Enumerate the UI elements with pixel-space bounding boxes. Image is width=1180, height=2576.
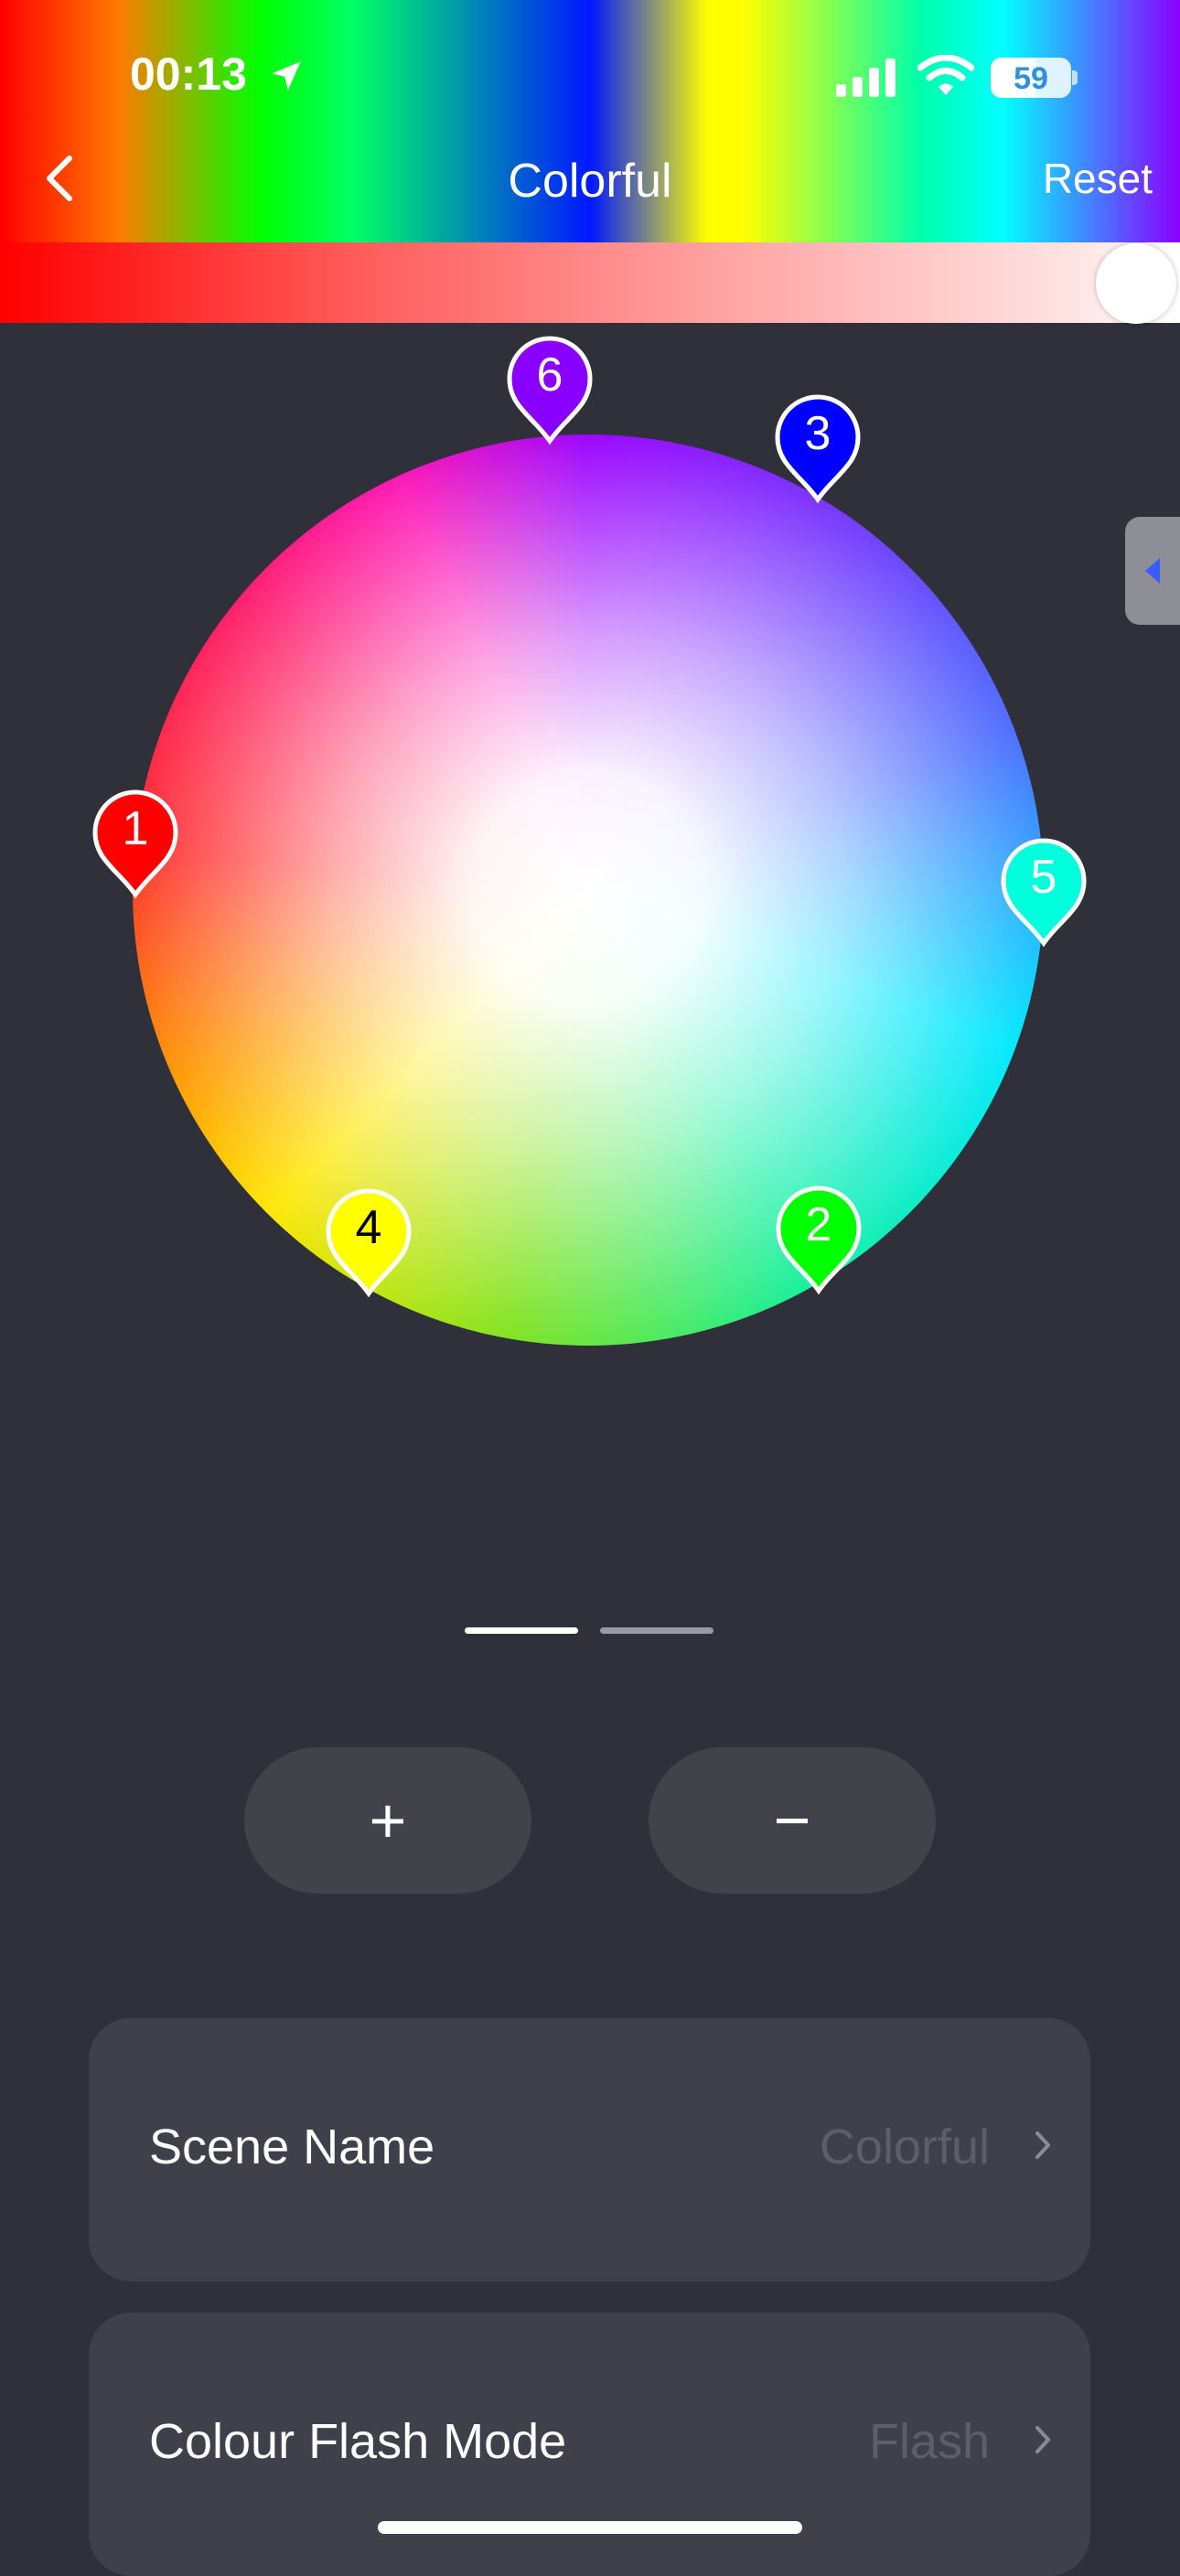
brightness-slider-knob[interactable]: [1096, 243, 1176, 324]
wifi-icon: [917, 55, 974, 95]
page-title: Colorful: [508, 155, 672, 208]
battery-nub: [1072, 70, 1078, 85]
location-arrow-icon: [272, 61, 301, 91]
color-wheel[interactable]: [133, 435, 1044, 1346]
page-indicator-1[interactable]: [465, 1627, 578, 1634]
header: 00:13 59 Colorful Reset: [0, 0, 1180, 242]
pin-label: 6: [536, 349, 563, 402]
pin-label: 5: [1030, 851, 1057, 904]
page-indicator-2[interactable]: [600, 1627, 713, 1634]
caret-left-icon: [1145, 558, 1160, 584]
chevron-right-icon: [1035, 2426, 1050, 2453]
brightness-slider[interactable]: [0, 242, 1180, 323]
battery-icon: 59: [991, 58, 1071, 98]
add-color-button[interactable]: +: [244, 1747, 531, 1894]
pin-label: 1: [122, 802, 149, 855]
color-pin-1[interactable]: 1: [91, 789, 179, 898]
color-pin-5[interactable]: 5: [1000, 837, 1088, 947]
battery-level: 59: [1014, 61, 1048, 96]
scene-name-value: Colorful: [819, 2120, 990, 2174]
flash-mode-value: Flash: [868, 2414, 990, 2469]
scene-name-row[interactable]: Scene Name Colorful: [89, 2018, 1090, 2281]
home-indicator: [378, 2521, 802, 2534]
reset-button[interactable]: Reset: [1043, 154, 1153, 203]
remove-color-button[interactable]: −: [649, 1747, 936, 1894]
scene-name-label: Scene Name: [149, 2120, 435, 2174]
color-pin-6[interactable]: 6: [506, 335, 594, 445]
pin-label: 4: [355, 1201, 382, 1254]
chevron-right-icon: [1035, 2131, 1050, 2159]
side-panel-handle[interactable]: [1125, 517, 1180, 625]
colour-flash-mode-row[interactable]: Colour Flash Mode Flash: [89, 2313, 1090, 2576]
color-pin-4[interactable]: 4: [325, 1187, 413, 1297]
status-time: 00:13: [130, 48, 247, 100]
cellular-signal-icon: [836, 59, 896, 97]
color-pin-2[interactable]: 2: [775, 1185, 863, 1294]
color-pin-3[interactable]: 3: [774, 393, 862, 503]
pin-label: 2: [805, 1198, 832, 1251]
flash-mode-label: Colour Flash Mode: [149, 2414, 567, 2469]
pin-label: 3: [804, 407, 831, 460]
